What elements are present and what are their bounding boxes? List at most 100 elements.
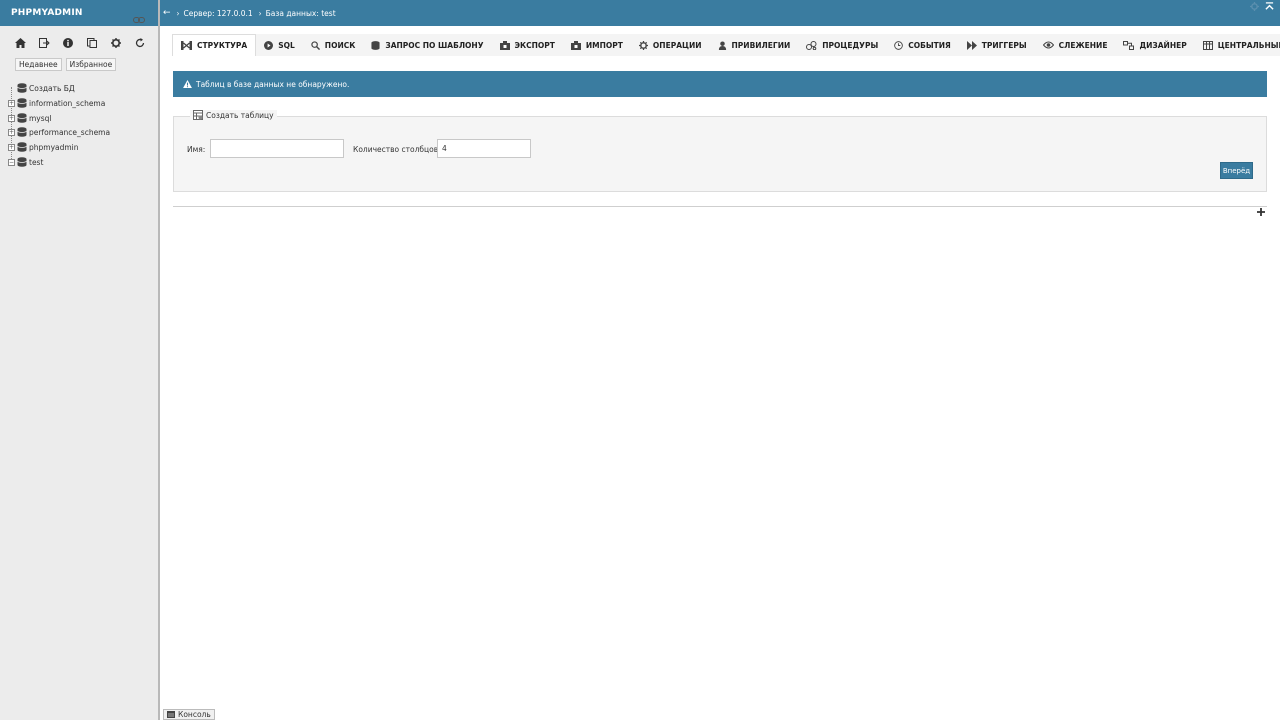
import-icon <box>570 40 581 50</box>
table-name-input[interactable] <box>210 139 344 158</box>
tab-privileges[interactable]: Привилегии <box>710 34 799 56</box>
sql-icon <box>264 40 274 50</box>
database-icon <box>17 113 27 123</box>
query-icon <box>371 40 380 50</box>
central-columns-icon <box>1202 40 1213 50</box>
events-icon <box>894 40 904 50</box>
nav-tabs: Недавнее Избранное <box>0 58 158 72</box>
database-icon <box>17 157 27 167</box>
tree-item-mysql[interactable]: + mysql <box>8 111 52 125</box>
nav-icon-bar <box>0 28 158 58</box>
privileges-icon <box>718 40 726 50</box>
routines-icon <box>806 40 817 50</box>
tab-central-columns[interactable]: Центральные столбцы <box>1195 34 1280 56</box>
tree-item-label: performance_schema <box>29 127 111 137</box>
top-bar: ← › Сервер: 127.0.0.1 › База данных: tes… <box>160 0 1280 26</box>
tree-item-new-database[interactable]: Создать БД <box>8 81 75 95</box>
go-button[interactable]: Вперёд <box>1220 162 1253 179</box>
tab-label: Операции <box>652 40 702 50</box>
create-table-form: Создать таблицу Имя: Количество столбцов… <box>173 110 1267 192</box>
database-icon <box>17 142 27 152</box>
database-icon <box>17 127 27 137</box>
tree-item-information-schema[interactable]: + information_schema <box>8 96 105 110</box>
info-icon[interactable] <box>61 36 75 50</box>
navigation-panel: PHPMYADMIN Недавнее Избранное Создать БД… <box>0 0 160 720</box>
breadcrumb-server[interactable]: › Сервер: 127.0.0.1 <box>177 9 253 18</box>
tab-label: Дизайнер <box>1139 40 1187 50</box>
create-table-legend: Создать таблицу <box>190 110 277 120</box>
favorite-tables-tab[interactable]: Избранное <box>65 58 117 71</box>
tab-label: SQL <box>278 40 295 50</box>
expand-icon[interactable]: − <box>8 158 15 166</box>
console-toggle[interactable]: Консоль <box>163 709 215 720</box>
tab-operations[interactable]: Операции <box>631 34 710 56</box>
settings-icon[interactable] <box>109 36 123 50</box>
plus-icon[interactable] <box>1256 207 1266 217</box>
triggers-icon <box>966 40 977 50</box>
tree-item-label: Создать БД <box>29 83 75 93</box>
tab-sql[interactable]: SQL <box>256 34 303 56</box>
columns-count-input[interactable] <box>437 139 531 158</box>
tab-designer[interactable]: Дизайнер <box>1115 34 1194 56</box>
tab-query[interactable]: Запрос по шаблону <box>363 34 491 56</box>
tab-label: Слежение <box>1058 40 1108 50</box>
expand-icon[interactable]: + <box>8 128 15 136</box>
collapse-top-icon[interactable] <box>1265 2 1274 11</box>
chevron-right-icon: › <box>176 8 180 18</box>
logout-icon[interactable] <box>37 36 51 50</box>
expand-icon[interactable]: + <box>8 143 15 151</box>
tab-label: Поиск <box>324 40 356 50</box>
breadcrumb-database[interactable]: › База данных: test <box>259 9 336 18</box>
home-icon[interactable] <box>13 36 27 50</box>
link-with-main-panel-icon[interactable] <box>133 16 145 24</box>
tab-label: События <box>908 40 951 50</box>
back-arrow-icon[interactable]: ← <box>163 8 171 18</box>
reload-icon[interactable] <box>133 36 147 50</box>
tab-label: Структура <box>197 41 248 50</box>
tab-export[interactable]: Экспорт <box>492 34 563 56</box>
tab-tracking[interactable]: Слежение <box>1035 34 1116 56</box>
tab-structure[interactable]: Структура <box>172 34 257 56</box>
tree-item-label: mysql <box>29 113 52 123</box>
notice-text: Таблиц в базе данных не обнаружено. <box>196 79 350 89</box>
tab-search[interactable]: Поиск <box>303 34 364 56</box>
page-settings-icon[interactable] <box>1250 2 1259 11</box>
tab-routines[interactable]: Процедуры <box>798 34 886 56</box>
create-table-icon <box>193 110 203 120</box>
warning-icon <box>183 80 192 88</box>
docs-icon[interactable] <box>85 36 99 50</box>
main-tabs: Структура SQL Поиск Запрос по шаблону Эк… <box>172 34 1280 56</box>
tab-label: Процедуры <box>822 40 879 50</box>
console-icon <box>167 711 175 718</box>
console-label: Консоль <box>178 710 211 719</box>
tree-item-label: phpmyadmin <box>29 142 79 152</box>
tree-item-phpmyadmin[interactable]: + phpmyadmin <box>8 140 79 154</box>
tracking-icon <box>1042 41 1054 49</box>
tree-item-label: information_schema <box>29 98 106 108</box>
tree-item-label: test <box>29 157 44 167</box>
operations-icon <box>638 40 648 50</box>
expand-icon[interactable]: + <box>8 114 15 122</box>
database-icon <box>17 98 27 108</box>
tree-item-performance-schema[interactable]: + performance_schema <box>8 125 110 139</box>
tab-import[interactable]: Импорт <box>563 34 631 56</box>
structure-icon <box>181 41 192 50</box>
columns-count-label: Количество столбцов: <box>353 145 441 154</box>
table-name-label: Имя: <box>187 145 206 154</box>
expand-icon[interactable]: + <box>8 99 15 107</box>
chevron-right-icon: › <box>258 8 262 18</box>
tab-label: Привилегии <box>731 40 791 50</box>
export-icon <box>499 40 510 50</box>
tab-label: Триггеры <box>981 40 1027 50</box>
tab-label: Центральные столбцы <box>1217 40 1280 50</box>
breadcrumb-server-label: Сервер: 127.0.0.1 <box>183 8 253 18</box>
tree-item-test[interactable]: − test <box>8 155 43 169</box>
designer-icon <box>1123 40 1135 50</box>
top-right-controls <box>1250 2 1274 11</box>
tab-events[interactable]: События <box>886 34 959 56</box>
recent-tables-tab[interactable]: Недавнее <box>15 58 62 71</box>
no-tables-notice: Таблиц в базе данных не обнаружено. <box>173 71 1267 97</box>
tab-triggers[interactable]: Триггеры <box>959 34 1035 56</box>
tab-label: Импорт <box>585 40 623 50</box>
